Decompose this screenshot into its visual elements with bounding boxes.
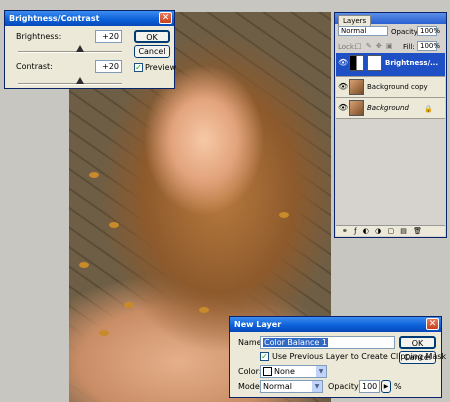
layer-name: Background: [367, 104, 409, 112]
contrast-slider-thumb[interactable]: [76, 77, 85, 84]
fill-label: Fill:: [403, 43, 415, 51]
decor-leaf: [199, 307, 209, 313]
dialog-title: New Layer: [230, 317, 441, 332]
layers-panel: Layers Normal Opacity: 100% Lock: □ ✎ ✥ …: [334, 12, 447, 238]
opacity-label: Opacity:: [328, 382, 361, 391]
layers-toolbar[interactable]: ⚭ ƒ ◐ ◑ ▢ ▤ 🗑: [336, 225, 445, 236]
layer-name: Brightness/...: [385, 59, 439, 67]
color-select[interactable]: None ▼: [260, 365, 327, 378]
decor-leaf: [79, 262, 89, 268]
mode-label: Mode:: [238, 382, 263, 391]
chevron-down-icon[interactable]: ▼: [316, 366, 326, 377]
layer-mask-thumb: [367, 55, 382, 71]
decor-leaf: [99, 330, 109, 336]
name-input[interactable]: Color Balance 1: [260, 336, 395, 349]
blend-mode-select[interactable]: Normal: [338, 26, 388, 36]
eye-icon[interactable]: 👁: [338, 103, 348, 113]
brightness-slider-thumb[interactable]: [76, 45, 85, 52]
decor-leaf: [124, 302, 134, 308]
layer-row-background[interactable]: 👁 Background 🔒: [336, 98, 445, 119]
new-layer-dialog: New Layer ✕ Name: Color Balance 1 OK Can…: [229, 316, 446, 398]
contrast-input[interactable]: +20: [95, 60, 122, 73]
clipping-mask-checkbox[interactable]: ✓: [260, 352, 269, 361]
contrast-slider-track[interactable]: [18, 83, 122, 85]
opacity-label: Opacity:: [391, 28, 420, 36]
dialog-title: Brightness/Contrast: [5, 11, 174, 26]
clipping-mask-label: Use Previous Layer to Create Clipping Ma…: [272, 352, 447, 361]
brightness-contrast-dialog: Brightness/Contrast ✕ Brightness: +20 Co…: [4, 10, 177, 89]
color-label: Color:: [238, 367, 262, 376]
opacity-arrow-icon[interactable]: ▶: [381, 380, 391, 393]
opacity-input[interactable]: 100: [359, 380, 380, 393]
layer-thumbnail: [349, 79, 364, 95]
adjustment-thumb-icon: [349, 55, 364, 71]
close-icon[interactable]: ✕: [159, 12, 172, 24]
decor-leaf: [89, 172, 99, 178]
lock-icons[interactable]: □ ✎ ✥ ▣: [355, 41, 394, 51]
brightness-label: Brightness:: [16, 32, 62, 41]
preview-label: Preview: [145, 63, 177, 72]
layer-row-brightness[interactable]: 👁 Brightness/...: [336, 53, 445, 77]
ok-button[interactable]: OK: [399, 336, 436, 349]
fill-input[interactable]: 100%: [417, 41, 440, 51]
eye-icon[interactable]: 👁: [338, 58, 348, 68]
lock-label: Lock:: [338, 43, 357, 51]
percent-sign: %: [394, 382, 402, 391]
layer-thumbnail: [349, 100, 364, 116]
contrast-label: Contrast:: [16, 62, 53, 71]
eye-icon[interactable]: 👁: [338, 82, 348, 92]
chevron-down-icon[interactable]: ▼: [312, 381, 322, 392]
preview-checkbox[interactable]: ✓: [134, 63, 143, 72]
brightness-slider-track[interactable]: [18, 51, 122, 53]
close-icon[interactable]: ✕: [426, 318, 439, 330]
color-swatch: [263, 367, 272, 376]
decor-leaf: [279, 212, 289, 218]
mode-select[interactable]: Normal ▼: [260, 380, 323, 393]
cancel-button[interactable]: Cancel: [134, 45, 170, 58]
layer-name: Background copy: [367, 83, 428, 91]
layer-row-background-copy[interactable]: 👁 Background copy: [336, 77, 445, 98]
lock-icon: 🔒: [424, 105, 433, 113]
brightness-input[interactable]: +20: [95, 30, 122, 43]
opacity-input[interactable]: 100%: [417, 26, 440, 36]
decor-leaf: [109, 222, 119, 228]
ok-button[interactable]: OK: [134, 30, 170, 43]
